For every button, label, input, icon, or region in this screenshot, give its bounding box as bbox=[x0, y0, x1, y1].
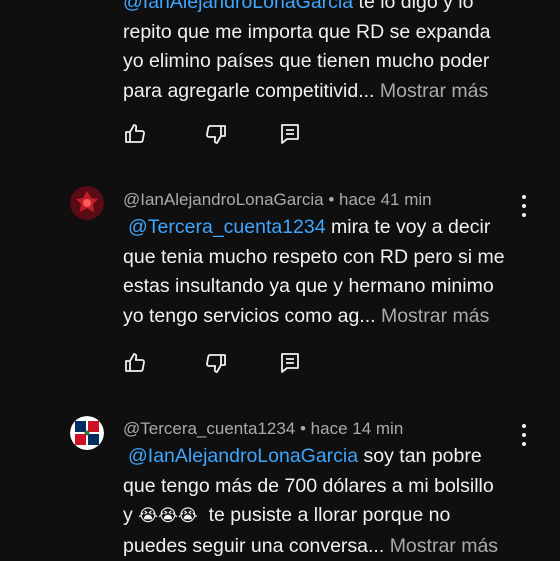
comment-text-fragment: puedes seguir una conversa... bbox=[123, 535, 384, 557]
comment-meta: @Tercera_cuenta1234 • hace 14 min bbox=[123, 419, 403, 439]
crying-emoji: 😭😭😭 bbox=[138, 506, 198, 526]
comment-timestamp: hace 41 min bbox=[339, 190, 432, 209]
comment-text-fragment: te pusiste a llorar porque no bbox=[209, 504, 451, 526]
avatar[interactable] bbox=[70, 186, 104, 220]
comment-line: que tenia mucho respeto con RD pero si m… bbox=[123, 243, 523, 273]
mention-link[interactable]: @Tercera_cuenta1234 bbox=[128, 216, 326, 238]
reply-icon bbox=[278, 351, 302, 375]
more-vert-icon bbox=[522, 424, 526, 428]
comment-text-fragment: mira te voy a decir bbox=[326, 216, 491, 238]
comment-line: para agregarle competitivid... Mostrar m… bbox=[123, 77, 523, 107]
meta-separator: • bbox=[324, 190, 339, 209]
mention-link[interactable]: @IanAlejandroLonaGarcia bbox=[123, 0, 353, 13]
show-more-link[interactable]: Mostrar más bbox=[381, 305, 489, 327]
comment-line: yo tengo servicios como ag... Mostrar má… bbox=[123, 302, 523, 332]
comment-line: y 😭😭😭 te pusiste a llorar porque no bbox=[123, 501, 523, 532]
comment-line: yo elimino países que tienen mucho poder bbox=[123, 47, 523, 77]
comment-line: @Tercera_cuenta1234 mira te voy a decir bbox=[123, 213, 523, 243]
like-button[interactable] bbox=[123, 351, 147, 375]
comment-line: @IanAlejandroLonaGarcia te lo digo y lo bbox=[123, 0, 523, 18]
comment-text: @IanAlejandroLonaGarcia te lo digo y lo … bbox=[123, 0, 523, 106]
reply-button[interactable] bbox=[278, 122, 302, 146]
show-more-link[interactable]: Mostrar más bbox=[380, 80, 488, 102]
like-button[interactable] bbox=[123, 122, 147, 146]
comment-text-fragment: te lo digo y lo bbox=[353, 0, 473, 13]
comment-line: @IanAlejandroLonaGarcia soy tan pobre bbox=[123, 442, 523, 472]
comment-meta: @IanAlejandroLonaGarcia • hace 41 min bbox=[123, 190, 432, 210]
reply-icon bbox=[278, 122, 302, 146]
show-more-link[interactable]: Mostrar más bbox=[390, 535, 498, 557]
comment-text-fragment: y bbox=[123, 504, 133, 526]
comment-line: que tengo más de 700 dólares a mi bolsil… bbox=[123, 472, 523, 502]
comment-text: @IanAlejandroLonaGarcia soy tan pobre qu… bbox=[123, 442, 523, 561]
reply-button[interactable] bbox=[278, 351, 302, 375]
comment-actions bbox=[123, 122, 323, 146]
comment-text: @Tercera_cuenta1234 mira te voy a decir … bbox=[123, 213, 523, 331]
author-handle[interactable]: @Tercera_cuenta1234 bbox=[123, 419, 295, 438]
more-vert-icon bbox=[522, 195, 526, 199]
meta-separator: • bbox=[295, 419, 310, 438]
avatar[interactable] bbox=[70, 416, 104, 450]
thumb-up-icon bbox=[123, 122, 147, 146]
comment-line: estas insultando ya que y hermano minimo bbox=[123, 272, 523, 302]
mention-link[interactable]: @IanAlejandroLonaGarcia bbox=[128, 445, 358, 467]
thumb-up-icon bbox=[123, 351, 147, 375]
comment-timestamp: hace 14 min bbox=[311, 419, 404, 438]
comment-line: repito que me importa que RD se expanda bbox=[123, 18, 523, 48]
comment-text-fragment: para agregarle competitivid... bbox=[123, 80, 374, 102]
author-handle[interactable]: @IanAlejandroLonaGarcia bbox=[123, 190, 324, 209]
comment-line: puedes seguir una conversa... Mostrar má… bbox=[123, 532, 523, 561]
comment-text-fragment: soy tan pobre bbox=[358, 445, 482, 467]
comment-actions bbox=[123, 351, 323, 375]
dislike-button[interactable] bbox=[204, 351, 228, 375]
thumb-down-icon bbox=[204, 122, 228, 146]
dislike-button[interactable] bbox=[204, 122, 228, 146]
comment-text-fragment: yo tengo servicios como ag... bbox=[123, 305, 376, 327]
thumb-down-icon bbox=[204, 351, 228, 375]
